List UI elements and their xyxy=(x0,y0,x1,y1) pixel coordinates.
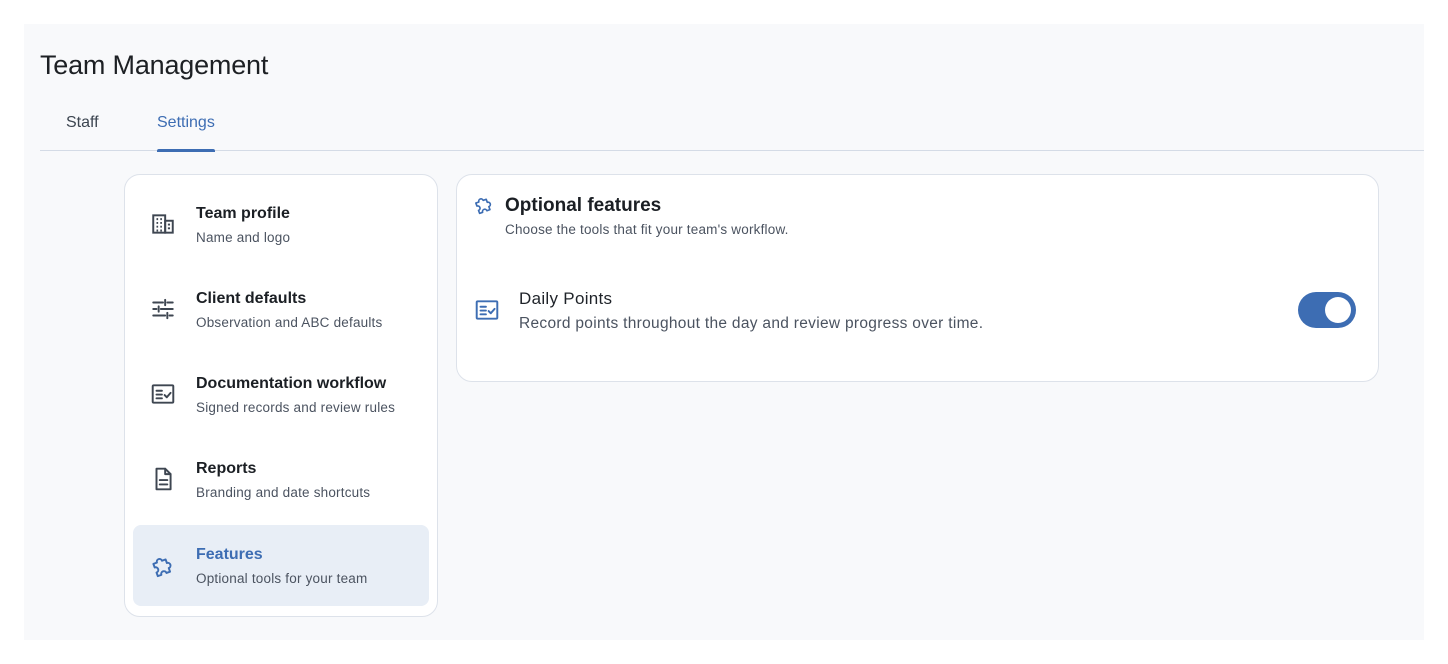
settings-sidebar: Team profile Name and logo Client defaul… xyxy=(124,174,438,617)
tab-settings[interactable]: Settings xyxy=(157,104,215,152)
tab-staff[interactable]: Staff xyxy=(66,104,99,151)
sidebar-item-subtitle: Branding and date shortcuts xyxy=(196,485,371,500)
sidebar-item-client-defaults[interactable]: Client defaults Observation and ABC defa… xyxy=(133,269,429,350)
sidebar-item-documentation-workflow[interactable]: Documentation workflow Signed records an… xyxy=(133,354,429,435)
sidebar-item-title: Client defaults xyxy=(196,290,307,307)
sidebar-item-features[interactable]: Features Optional tools for your team xyxy=(133,525,429,606)
tab-bar: Staff Settings xyxy=(40,104,1424,152)
puzzle-icon xyxy=(473,193,495,215)
toggle-knob xyxy=(1325,297,1351,323)
app-container: Team Management Staff Settings Team prof… xyxy=(24,24,1424,640)
sidebar-item-team-profile[interactable]: Team profile Name and logo xyxy=(133,184,429,265)
sidebar-item-subtitle: Signed records and review rules xyxy=(196,400,396,415)
checklist-icon xyxy=(150,381,176,407)
sidebar-item-title: Team profile xyxy=(196,205,290,222)
daily-points-toggle[interactable] xyxy=(1298,292,1356,328)
sliders-icon xyxy=(150,296,176,322)
panel-subtitle: Choose the tools that fit your team's wo… xyxy=(505,222,789,237)
sidebar-item-title: Features xyxy=(196,546,263,563)
optional-features-panel: Optional features Choose the tools that … xyxy=(456,174,1379,382)
panel-title: Optional features xyxy=(505,195,662,216)
page-title: Team Management xyxy=(40,50,269,80)
sidebar-item-reports[interactable]: Reports Branding and date shortcuts xyxy=(133,439,429,520)
sidebar-item-title: Reports xyxy=(196,460,257,477)
sidebar-item-subtitle: Name and logo xyxy=(196,230,291,245)
sidebar-item-subtitle: Observation and ABC defaults xyxy=(196,315,383,330)
sidebar-item-title: Documentation workflow xyxy=(196,375,387,392)
sidebar-item-subtitle: Optional tools for your team xyxy=(196,571,368,586)
feature-name: Daily Points xyxy=(519,289,613,308)
document-icon xyxy=(150,466,176,492)
feature-description: Record points throughout the day and rev… xyxy=(519,315,984,332)
puzzle-icon xyxy=(150,552,176,578)
checklist-icon xyxy=(474,297,500,323)
building-icon xyxy=(150,211,176,237)
